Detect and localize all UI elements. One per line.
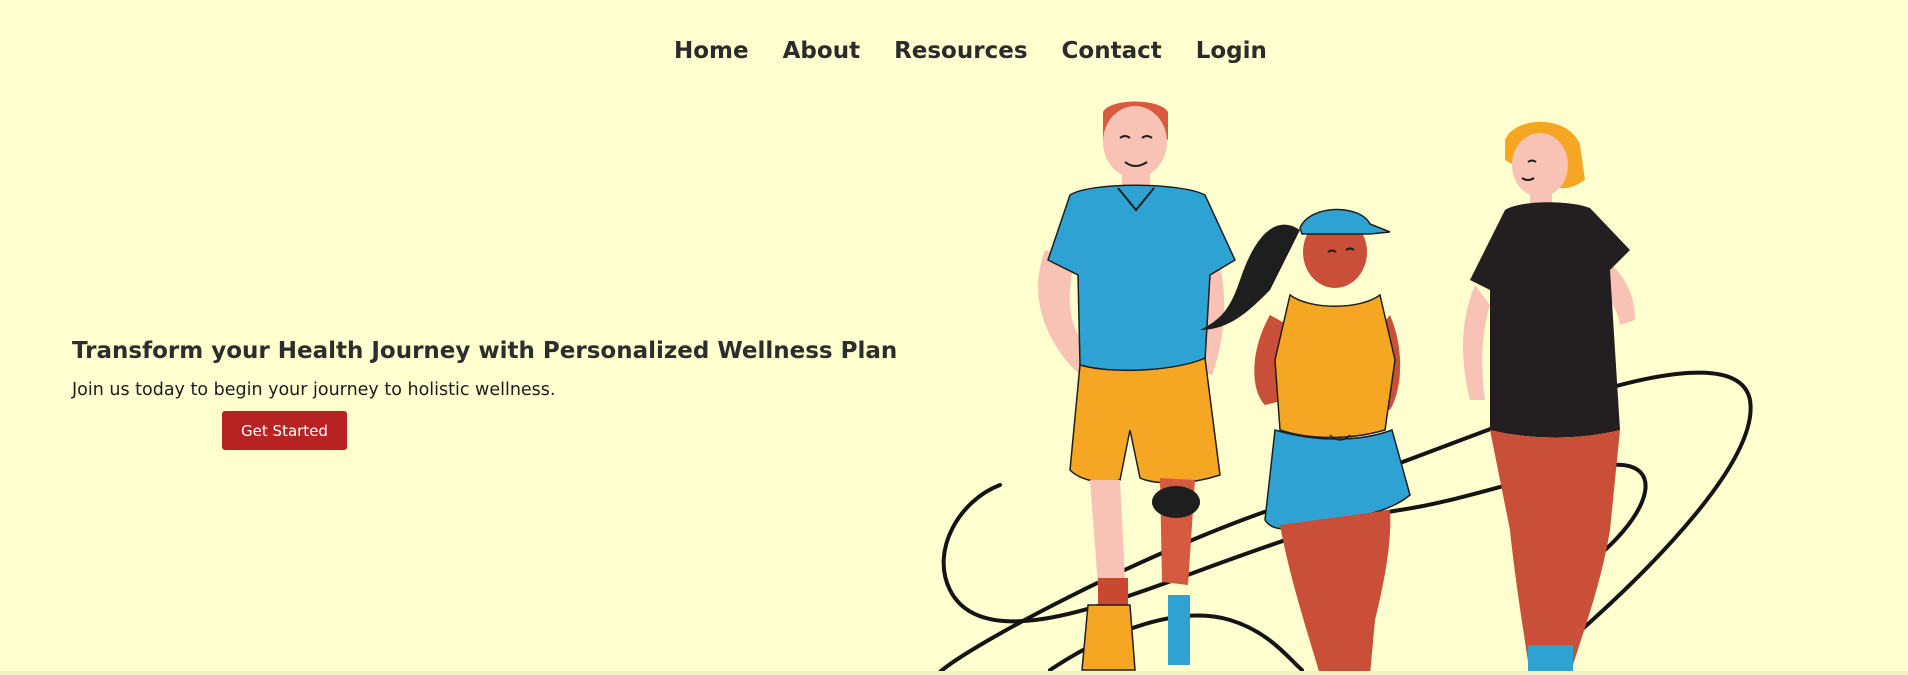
main-nav: Home About Resources Contact Login [674,38,1267,64]
nav-home-link[interactable]: Home [674,38,749,64]
get-started-button[interactable]: Get Started [222,411,347,450]
nav-contact-link[interactable]: Contact [1062,38,1162,64]
person-left [1038,101,1236,671]
landing-page: Home About Resources Contact Login Trans… [0,0,1908,675]
nav-resources-link[interactable]: Resources [894,38,1027,64]
nav-about-link[interactable]: About [783,38,860,64]
hero-subtitle: Join us today to begin your journey to h… [72,380,556,400]
hero-title: Transform your Health Journey with Perso… [72,338,898,364]
people-walking-illustration [938,101,1753,675]
person-middle [1200,208,1411,675]
person-right [1463,121,1635,675]
nav-login-link[interactable]: Login [1196,38,1267,64]
